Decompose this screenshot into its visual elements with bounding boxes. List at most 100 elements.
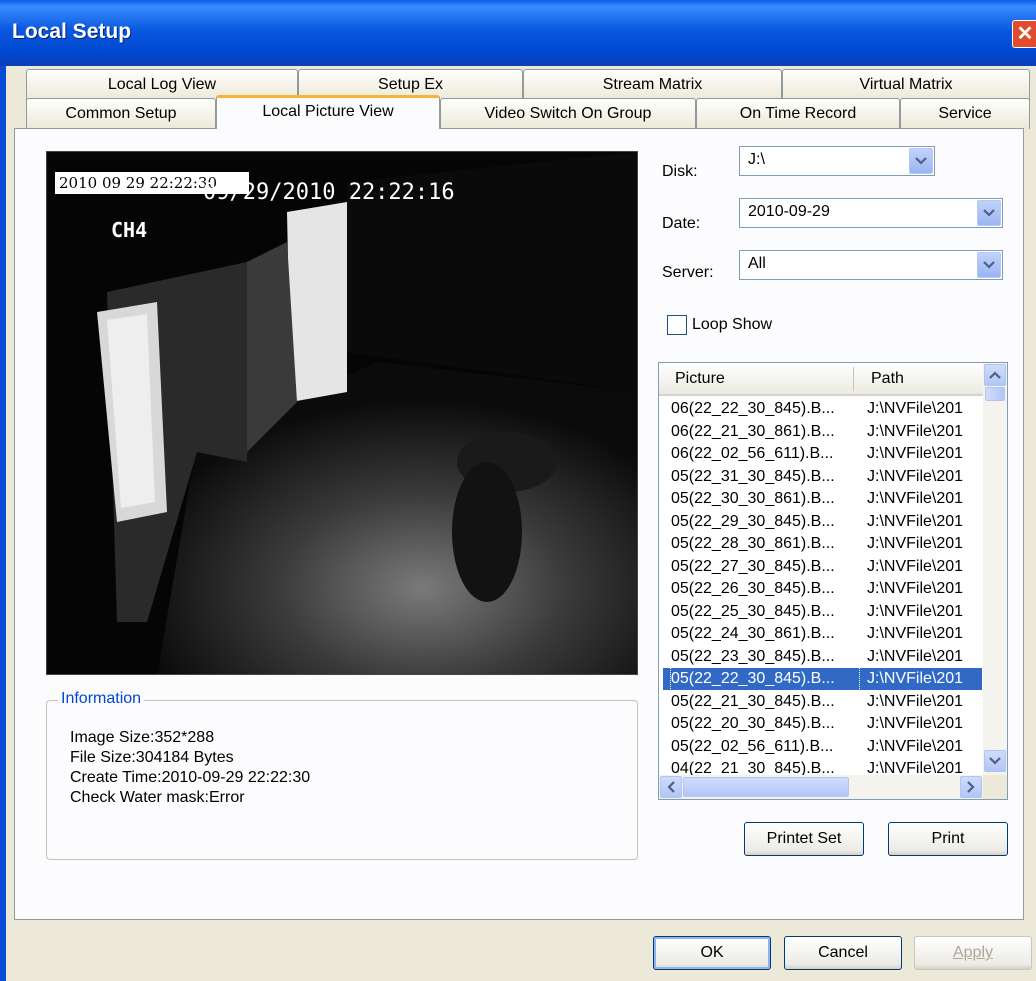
arrow-up-icon[interactable] [984,364,1006,386]
tab-local-picture-view[interactable]: Local Picture View [216,95,440,129]
picture-cell: 05(22_23_30_845).B... [671,647,835,665]
channel-label: CH4 [111,218,148,242]
date-select[interactable]: 2010-09-29 [739,198,1003,228]
arrow-right-icon[interactable] [960,776,982,798]
path-cell: J:\NVFile\201 [867,490,964,507]
information-legend: Information [58,690,145,708]
picture-viewer[interactable]: 2010 09 29 22:22:30 09/29/2010 22:22:16 … [46,151,638,675]
picture-cell: 05(22_26_30_845).B... [671,580,835,597]
list-row[interactable]: 06(22_22_30_845).B... J:\NVFile\201 [663,398,982,420]
tab-virtual-matrix[interactable]: Virtual Matrix [782,69,1030,100]
date-value: 2010-09-29 [748,203,830,220]
disk-value: J:\ [748,151,765,168]
list-row[interactable]: 05(22_31_30_845).B... J:\NVFile\201 [663,466,982,488]
apply-button[interactable]: Apply [914,936,1032,970]
path-cell: J:\NVFile\201 [867,670,964,687]
printer-set-button[interactable]: Printet Set [744,822,864,856]
path-cell: J:\NVFile\201 [867,422,964,440]
horizontal-scroll-thumb[interactable] [683,777,849,797]
tab-service[interactable]: Service [900,98,1030,129]
cancel-button[interactable]: Cancel [784,936,902,970]
title-bar[interactable] [0,0,1036,66]
list-row[interactable]: 05(22_22_30_845).B... J:\NVFile\201 [663,668,982,690]
path-cell: J:\NVFile\201 [867,625,964,642]
tab-on-time-record[interactable]: On Time Record [696,98,900,129]
server-value: All [748,255,766,272]
column-header-path[interactable]: Path [871,370,904,388]
tab-stream-matrix[interactable]: Stream Matrix [523,69,782,100]
scroll-corner [983,775,1007,799]
timestamp-overlay: 09/29/2010 22:22:16 [203,180,455,205]
arrow-down-icon[interactable] [984,750,1006,772]
picture-cell: 06(22_02_56_611).B... [671,445,834,462]
vertical-scroll-thumb[interactable] [985,387,1005,401]
picture-cell: 05(22_21_30_845).B... [671,692,835,710]
column-divider[interactable] [853,367,854,391]
path-cell: J:\NVFile\201 [867,512,964,530]
image-size: Image Size:352*288 [70,729,215,746]
close-icon: ✕ [1016,23,1034,45]
tab-video-switch-on-group[interactable]: Video Switch On Group [440,98,696,129]
path-cell: J:\NVFile\201 [867,737,964,755]
ok-button[interactable]: OK [653,936,771,970]
picture-cell: 06(22_21_30_861).B... [671,422,835,440]
list-row[interactable]: 05(22_30_30_861).B... J:\NVFile\201 [663,488,982,510]
path-cell: J:\NVFile\201 [867,400,964,417]
window-title: Local Setup [12,20,132,43]
list-row[interactable]: 05(22_23_30_845).B... J:\NVFile\201 [663,646,982,668]
picture-cell: 05(22_29_30_845).B... [671,512,835,530]
loop-show-label: Loop Show [692,316,773,333]
tab-common-setup[interactable]: Common Setup [26,98,216,129]
picture-cell: 05(22_22_30_845).B... [670,668,860,690]
list-row[interactable]: 06(22_02_56_611).B... J:\NVFile\201 [663,443,982,465]
picture-cell: 05(22_02_56_611).B... [671,737,834,755]
water-mask-status: Check Water mask:Error [70,789,245,806]
date-label: Date: [662,215,701,232]
disk-select[interactable]: J:\ [739,146,935,176]
picture-cell: 05(22_20_30_845).B... [671,715,835,732]
picture-cell: 05(22_31_30_845).B... [671,467,835,485]
chevron-down-icon[interactable] [977,200,1001,226]
list-row[interactable]: 05(22_28_30_861).B... J:\NVFile\201 [663,533,982,555]
path-cell: J:\NVFile\201 [867,467,964,485]
file-size: File Size:304184 Bytes [70,749,234,766]
window-border [0,66,6,981]
picture-cell: 05(22_25_30_845).B... [671,602,835,620]
list-row[interactable]: 05(22_21_30_845).B... J:\NVFile\201 [663,691,982,713]
path-cell: J:\NVFile\201 [867,445,964,462]
list-row[interactable]: 05(22_27_30_845).B... J:\NVFile\201 [663,556,982,578]
loop-show-checkbox[interactable] [667,315,687,335]
list-row[interactable]: 05(22_29_30_845).B... J:\NVFile\201 [663,511,982,533]
list-row[interactable]: 05(22_26_30_845).B... J:\NVFile\201 [663,578,982,600]
picture-cell: 06(22_22_30_845).B... [671,400,835,417]
list-row[interactable]: 06(22_21_30_861).B... J:\NVFile\201 [663,421,982,443]
list-header: Picture Path [659,363,983,396]
chevron-down-icon[interactable] [977,252,1001,278]
path-cell: J:\NVFile\201 [867,602,964,620]
server-select[interactable]: All [739,250,1003,280]
list-row[interactable]: 05(22_25_30_845).B... J:\NVFile\201 [663,601,982,623]
path-cell: J:\NVFile\201 [867,715,964,732]
print-button[interactable]: Print [888,822,1008,856]
list-row[interactable]: 05(22_20_30_845).B... J:\NVFile\201 [663,713,982,735]
create-time: Create Time:2010-09-29 22:22:30 [70,769,311,786]
arrow-left-icon[interactable] [660,776,682,798]
path-cell: J:\NVFile\201 [867,557,964,575]
disk-label: Disk: [662,163,698,180]
path-cell: J:\NVFile\201 [867,580,964,597]
path-cell: J:\NVFile\201 [867,647,964,665]
close-button[interactable]: ✕ [1012,20,1036,48]
list-row[interactable]: 05(22_02_56_611).B... J:\NVFile\201 [663,736,982,758]
path-cell: J:\NVFile\201 [867,692,964,710]
picture-list[interactable]: Picture Path 06(22_22_30_845).B... J:\NVF… [658,362,1008,800]
picture-cell: 05(22_24_30_861).B... [671,625,835,642]
list-row[interactable]: 05(22_24_30_861).B... J:\NVFile\201 [663,623,982,645]
picture-cell: 05(22_30_30_861).B... [671,490,835,507]
picture-cell: 05(22_27_30_845).B... [671,557,835,575]
path-cell: J:\NVFile\201 [867,535,964,552]
horizontal-scrollbar[interactable] [659,775,983,799]
chevron-down-icon[interactable] [909,148,933,174]
vertical-scrollbar[interactable] [983,363,1007,775]
column-header-picture[interactable]: Picture [675,370,725,388]
server-label: Server: [662,264,714,281]
